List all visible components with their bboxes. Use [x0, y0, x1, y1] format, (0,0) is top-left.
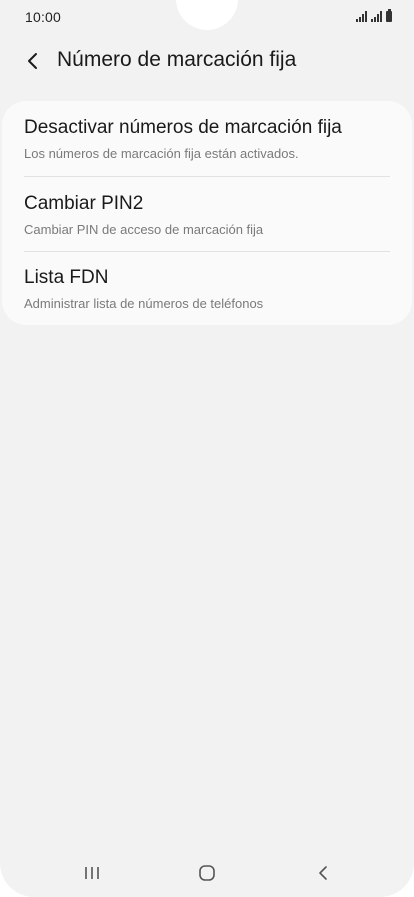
- list-item-fdn-list[interactable]: Lista FDN Administrar lista de números d…: [2, 252, 412, 325]
- status-time: 10:00: [25, 9, 62, 25]
- nav-back-button[interactable]: [303, 859, 343, 887]
- status-icons: [356, 9, 392, 22]
- list-item-title: Cambiar PIN2: [24, 193, 144, 214]
- camera-notch: [176, 0, 238, 30]
- status-bar: 10:00: [0, 0, 414, 34]
- list-item-subtitle: Administrar lista de números de teléfono…: [24, 296, 264, 311]
- signal-icon: [356, 11, 367, 22]
- signal-icon-secondary: [371, 11, 382, 22]
- list-item-disable-fdn[interactable]: Desactivar números de marcación fija Los…: [2, 101, 412, 176]
- recents-button[interactable]: [72, 859, 112, 887]
- back-icon: [319, 866, 327, 880]
- home-icon: [199, 865, 215, 881]
- list-item-subtitle: Los números de marcación fija están acti…: [24, 146, 299, 161]
- phone-screen: 10:00 Número de marcación fija Desactiva…: [0, 0, 414, 897]
- list-item-subtitle: Cambiar PIN de acceso de marcación fija: [24, 222, 264, 237]
- list-item-change-pin2[interactable]: Cambiar PIN2 Cambiar PIN de acceso de ma…: [2, 177, 412, 251]
- battery-icon: [386, 9, 392, 22]
- settings-card: Desactivar números de marcación fija Los…: [2, 101, 412, 325]
- chevron-left-icon: [28, 53, 37, 69]
- recents-icon: [85, 867, 99, 879]
- list-item-title: Desactivar números de marcación fija: [24, 117, 342, 138]
- page-title: Número de marcación fija: [57, 48, 297, 71]
- home-button[interactable]: [187, 859, 227, 887]
- navigation-bar: [0, 845, 414, 897]
- list-item-title: Lista FDN: [24, 267, 109, 288]
- app-header: Número de marcación fija: [0, 40, 414, 84]
- back-button[interactable]: [18, 46, 48, 76]
